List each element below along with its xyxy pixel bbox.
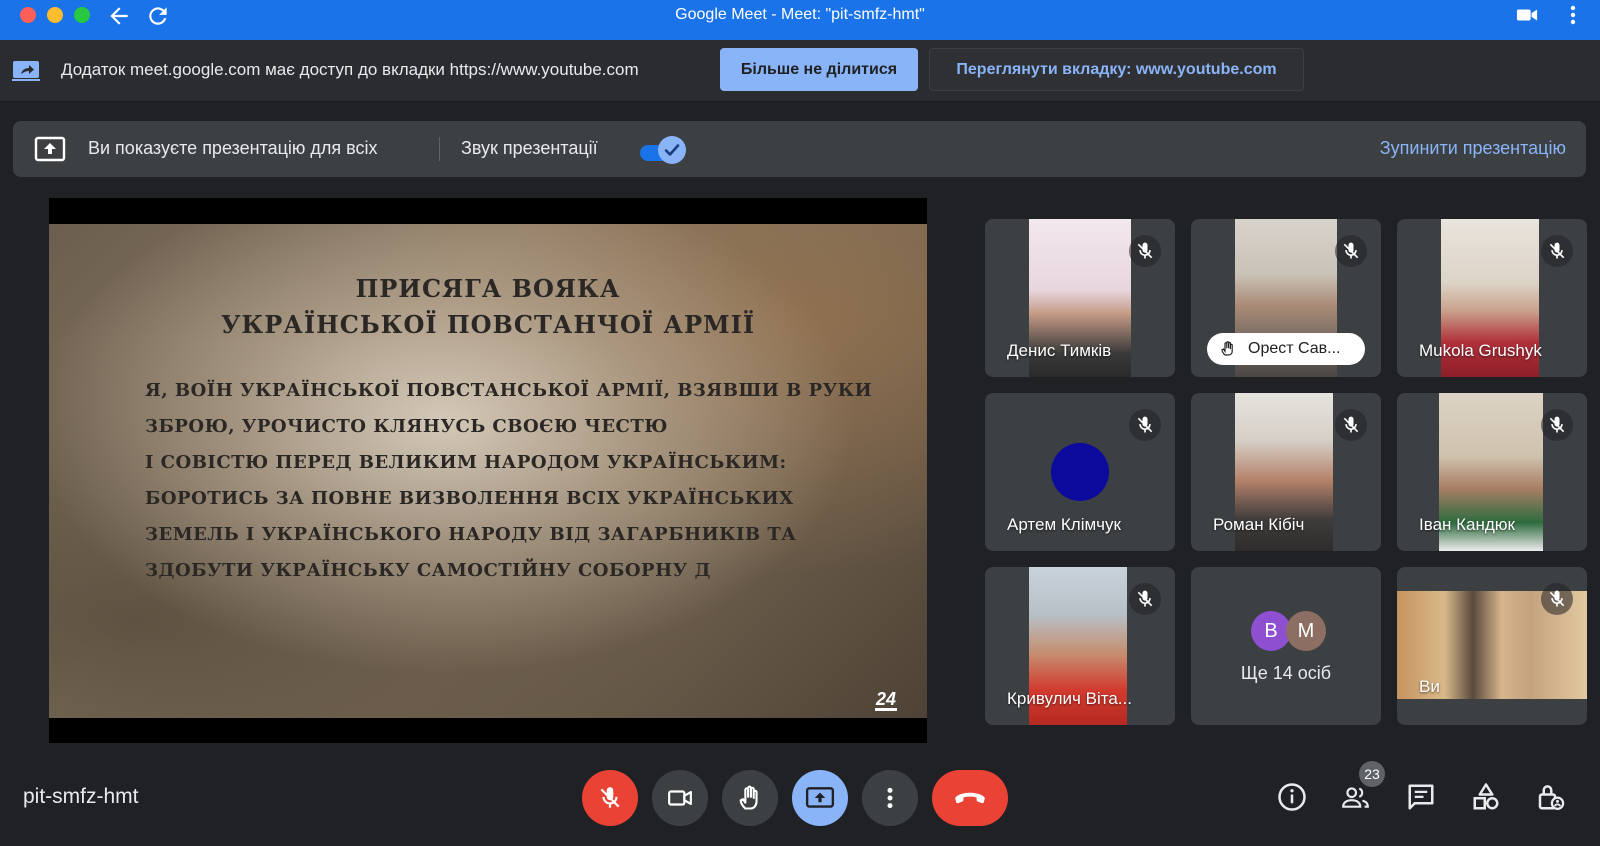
presenting-banner: Ви показуєте презентацію для всіх Звук п…: [13, 121, 1586, 177]
mic-off-icon: [1137, 416, 1153, 433]
presentation-audio-label: Звук презентації: [461, 138, 598, 158]
people-count-badge: 23: [1359, 761, 1385, 787]
muted-badge: [1541, 583, 1573, 615]
toggle-knob: [658, 136, 686, 164]
more-vertical-icon[interactable]: [1568, 4, 1578, 26]
participant-avatar: [1051, 443, 1109, 501]
other-participant-avatar: В: [1251, 611, 1291, 651]
participant-tile[interactable]: Денис Тимків: [985, 219, 1175, 377]
participant-tile[interactable]: Орест Сав...: [1191, 219, 1381, 377]
camera-icon[interactable]: [1516, 6, 1538, 24]
video-frame: ПРИСЯГА ВОЯКА УКРАЇНСЬКОЇ ПОВСТАНЧОЇ АРМ…: [49, 224, 927, 718]
share-notice-text: Додаток meet.google.com має доступ до вк…: [61, 60, 639, 79]
window-title-bar: Google Meet - Meet: "pit-smfz-hmt": [0, 0, 1600, 40]
leave-call-button[interactable]: [932, 770, 1008, 826]
chat-icon[interactable]: [1406, 782, 1436, 812]
participant-name: Роман Кібіч: [1213, 515, 1305, 534]
video-text-line: Я, ВОЇН УКРАЇНСЬКОЇ ПОВСТАНСЬКОЇ АРМІЇ, …: [145, 380, 873, 401]
mic-off-icon: [1343, 242, 1359, 259]
people-icon[interactable]: [1341, 782, 1371, 812]
meeting-details-icon[interactable]: [1277, 782, 1307, 812]
muted-badge: [1541, 235, 1573, 267]
muted-badge: [1129, 583, 1161, 615]
view-tab-button[interactable]: Переглянути вкладку: www.youtube.com: [929, 48, 1304, 91]
more-vertical-icon: [887, 787, 893, 809]
end-call-icon: [955, 792, 985, 804]
mic-off-icon: [1343, 416, 1359, 433]
svg-text:24: 24: [875, 689, 896, 709]
stop-presenting-link[interactable]: Зупинити презентацію: [1380, 138, 1566, 159]
other-participant-avatar: М: [1286, 611, 1326, 651]
meeting-code: pit-smfz-hmt: [23, 785, 139, 808]
others-count-label: Ще 14 осіб: [1240, 663, 1332, 683]
stop-sharing-button[interactable]: Більше не ділитися: [720, 48, 918, 91]
videocam-icon: [668, 790, 692, 806]
participant-tile[interactable]: Роман Кібіч: [1191, 393, 1381, 551]
raised-hand-icon: [739, 785, 758, 810]
mic-off-icon: [1137, 590, 1153, 607]
presenting-status-text: Ви показуєте презентацію для всіх: [88, 138, 378, 158]
mic-off-icon: [1549, 242, 1565, 259]
microphone-button[interactable]: [582, 770, 638, 826]
video-title-line2: УКРАЇНСЬКОЇ ПОВСТАНЧОЇ АРМІЇ: [220, 310, 756, 339]
participant-name: Mukola Grushyk: [1419, 341, 1542, 360]
video-text-line: ЗЕМЕЛЬ І УКРАЇНСЬКОГО НАРОДУ ВІД ЗАГАРБН…: [145, 524, 797, 545]
video-text-line: БОРОТИСЬ ЗА ПОВНЕ ВИЗВОЛЕННЯ ВСІХ УКРАЇН…: [145, 488, 794, 509]
presentation-audio-toggle[interactable]: [638, 135, 698, 165]
mic-off-icon: [1549, 590, 1565, 607]
others-tile[interactable]: В М Ще 14 осіб: [1191, 567, 1381, 725]
channel-24-logo: 24: [875, 689, 897, 711]
participant-name: Артем Клімчук: [1007, 515, 1121, 534]
video-title-line1: ПРИСЯГА ВОЯКА: [355, 274, 621, 303]
video-text-line: ЗБРОЮ, УРОЧИСТО КЛЯНУСЬ СВОЄЮ ЧЕСТЮ: [145, 416, 668, 437]
raised-hand-icon: [1221, 341, 1233, 356]
tab-share-notice-bar: Додаток meet.google.com має доступ до вк…: [0, 40, 1600, 102]
host-controls-icon[interactable]: [1535, 782, 1565, 812]
checkmark-icon: [664, 144, 680, 156]
self-tile[interactable]: Ви: [1397, 567, 1587, 725]
participant-tile[interactable]: Іван Кандюк: [1397, 393, 1587, 551]
video-text-line: І СОВІСТЮ ПЕРЕД ВЕЛИКИМ НАРОДОМ УКРАЇНСЬ…: [145, 452, 787, 473]
participant-name: Ви: [1419, 677, 1440, 696]
video-text-line: ЗДОБУТИ УКРАЇНСЬКУ САМОСТІЙНУ СОБОРНУ Д: [145, 560, 711, 581]
participant-tile[interactable]: Mukola Grushyk: [1397, 219, 1587, 377]
participant-tile[interactable]: Кривулич Віта...: [985, 567, 1175, 725]
shared-tab-video: ПРИСЯГА ВОЯКА УКРАЇНСЬКОЇ ПОВСТАНЧОЇ АРМ…: [49, 198, 927, 743]
participant-name: Кривулич Віта...: [1007, 689, 1132, 708]
muted-badge: [1129, 409, 1161, 441]
muted-badge: [1335, 409, 1367, 441]
muted-badge: [1335, 235, 1367, 267]
mic-off-icon: [1137, 242, 1153, 259]
muted-badge: [1541, 409, 1573, 441]
participant-name: Іван Кандюк: [1419, 515, 1515, 534]
raise-hand-button[interactable]: [722, 770, 778, 826]
present-screen-icon: [805, 787, 835, 808]
present-now-button[interactable]: [792, 770, 848, 826]
raised-hand-name-pill: Орест Сав...: [1207, 333, 1365, 365]
participant-name: Орест Сав...: [1248, 340, 1341, 357]
participant-name: Денис Тимків: [1007, 341, 1112, 360]
participant-tile[interactable]: Артем Клімчук: [985, 393, 1175, 551]
mic-off-icon: [600, 787, 620, 808]
present-screen-icon: [34, 136, 66, 162]
mic-off-icon: [1549, 416, 1565, 433]
muted-badge: [1129, 235, 1161, 267]
window-title: Google Meet - Meet: "pit-smfz-hmt": [675, 6, 925, 23]
screen-share-icon: [12, 61, 40, 81]
more-options-button[interactable]: [862, 770, 918, 826]
banner-divider: [439, 137, 440, 161]
activities-icon[interactable]: [1471, 782, 1501, 812]
camera-button[interactable]: [652, 770, 708, 826]
